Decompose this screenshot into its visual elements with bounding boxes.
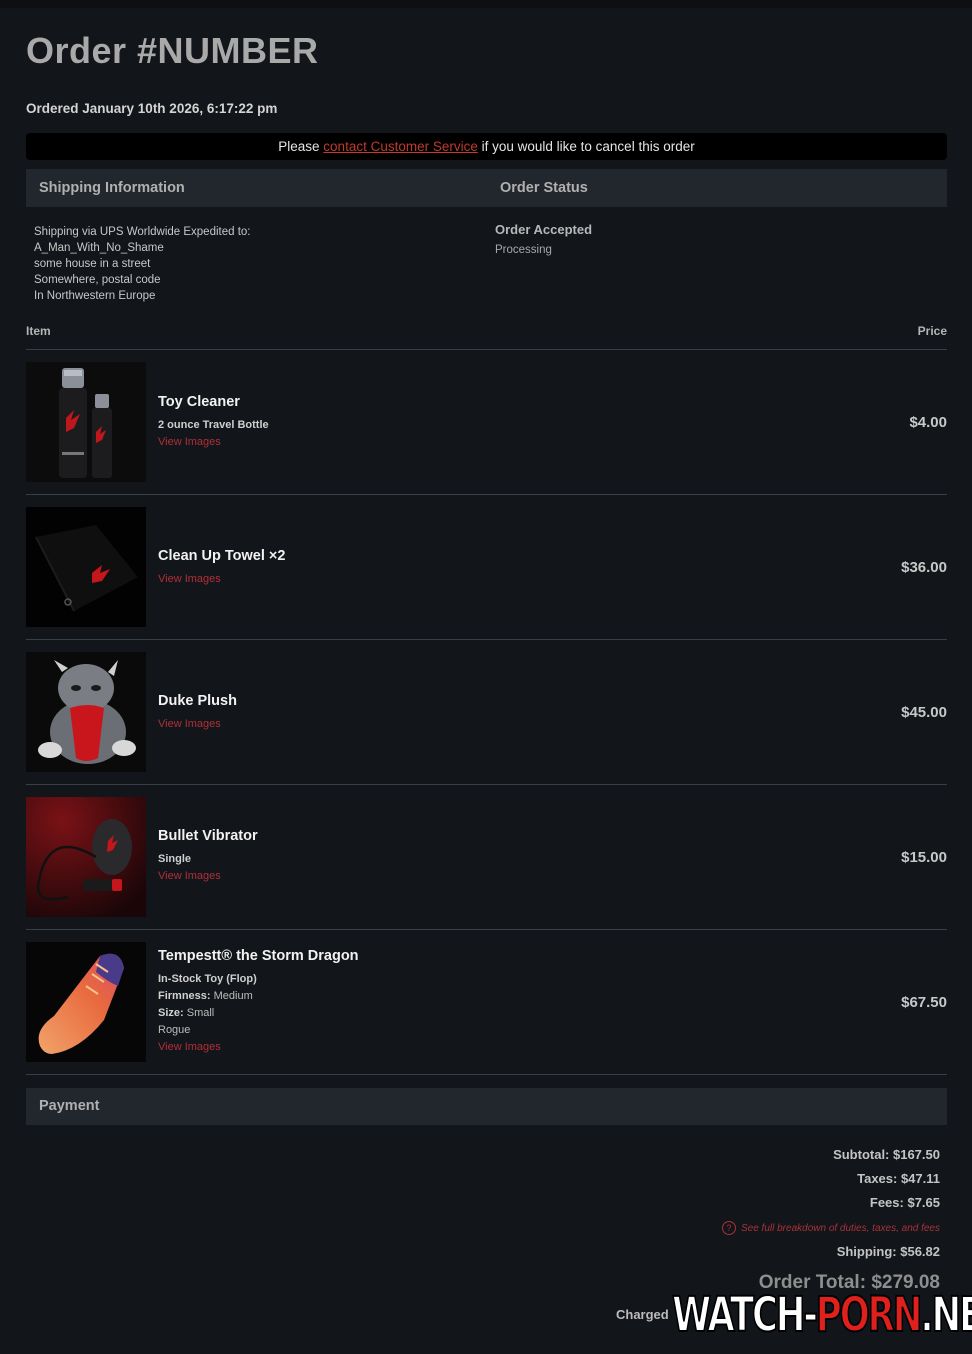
taxes: Taxes: $47.11 <box>857 1171 940 1186</box>
item-info: Tempestt® the Storm Dragon In-Stock Toy … <box>158 948 359 1056</box>
breakdown-label: See full breakdown of duties, taxes, and… <box>740 1222 940 1234</box>
towel-icon[interactable] <box>26 507 146 627</box>
subtotal: Subtotal: $167.50 <box>833 1147 940 1162</box>
item-info: Clean Up Towel ×2 View Images <box>158 548 285 588</box>
fees: Fees: $7.65 <box>869 1195 940 1210</box>
toy-icon[interactable] <box>26 942 146 1062</box>
item-price: $36.00 <box>901 559 947 576</box>
shipping-city: Somewhere, postal code <box>34 274 161 286</box>
cancel-suffix: if you would like to cancel this order <box>477 139 695 154</box>
view-images-link[interactable]: View Images <box>158 434 269 451</box>
shipping-info-header: Shipping Information <box>39 180 185 196</box>
list-item: Bullet Vibrator Single View Images $15.0… <box>26 785 947 930</box>
watermark: WATCH-PORN.NET <box>671 1287 972 1343</box>
cancel-notice: Please contact Customer Service if you w… <box>26 133 947 160</box>
item-price: $4.00 <box>909 414 947 431</box>
item-price: $45.00 <box>901 704 947 721</box>
item-info: Duke Plush View Images <box>158 693 237 733</box>
plush-dragon-icon[interactable] <box>26 652 146 772</box>
item-option: In-Stock Toy (Flop) <box>158 973 257 985</box>
item-size: Size: Small <box>158 1005 359 1022</box>
contact-customer-service-link[interactable]: contact Customer Service <box>323 139 478 154</box>
shipping-cost: Shipping: $56.82 <box>836 1244 940 1259</box>
top-strip <box>0 0 972 8</box>
view-images-link[interactable]: View Images <box>158 716 237 733</box>
view-images-link[interactable]: View Images <box>158 868 258 885</box>
item-name: Toy Cleaner <box>158 394 240 410</box>
view-images-link[interactable]: View Images <box>158 1039 359 1056</box>
list-item: Clean Up Towel ×2 View Images $36.00 <box>26 495 947 640</box>
view-images-link[interactable]: View Images <box>158 571 285 588</box>
payment-header: Payment <box>39 1098 100 1114</box>
cancel-prefix: Please <box>278 139 324 154</box>
shipping-address: Shipping via UPS Worldwide Expedited to:… <box>34 224 251 304</box>
question-icon: ? <box>721 1221 736 1235</box>
watermark-mid: PORN <box>815 1287 923 1343</box>
shipping-street: some house in a street <box>34 258 151 270</box>
order-status-sub: Processing <box>495 244 552 256</box>
item-option: Single <box>158 853 192 865</box>
watermark-right: .NET <box>919 1287 972 1343</box>
bottle-icon[interactable] <box>26 362 146 482</box>
item-info: Toy Cleaner 2 ounce Travel Bottle View I… <box>158 394 269 451</box>
item-name: Duke Plush <box>158 693 237 709</box>
shipping-method: Shipping via UPS Worldwide Expedited to: <box>34 226 251 238</box>
payment-header-bar: Payment <box>26 1088 947 1125</box>
fees-breakdown-link[interactable]: ? See full breakdown of duties, taxes, a… <box>721 1221 940 1235</box>
page-title: Order #NUMBER <box>26 30 319 71</box>
item-info: Bullet Vibrator Single View Images <box>158 828 258 885</box>
order-status-header: Order Status <box>500 180 588 196</box>
item-firmness: Firmness: Medium <box>158 988 359 1005</box>
list-item: Toy Cleaner 2 ounce Travel Bottle View I… <box>26 350 947 495</box>
item-price: $67.50 <box>901 994 947 1011</box>
vibrator-icon[interactable] <box>26 797 146 917</box>
order-page: Order #NUMBER Ordered January 10th 2026,… <box>0 0 972 1354</box>
shipping-recipient: A_Man_With_No_Shame <box>34 242 164 254</box>
item-name: Bullet Vibrator <box>158 828 258 844</box>
order-date: Ordered January 10th 2026, 6:17:22 pm <box>26 101 278 116</box>
item-color: Rogue <box>158 1024 191 1036</box>
shipping-region: In Northwestern Europe <box>34 290 156 302</box>
size-label: Size: <box>158 1007 184 1019</box>
item-option: 2 ounce Travel Bottle <box>158 419 269 431</box>
item-name: Tempestt® the Storm Dragon <box>158 948 359 964</box>
info-header-bar: Shipping Information Order Status <box>26 169 947 207</box>
order-status-title: Order Accepted <box>495 222 593 237</box>
size-value: Small <box>183 1007 215 1019</box>
list-item: Tempestt® the Storm Dragon In-Stock Toy … <box>26 930 947 1075</box>
price-column-header: Price <box>917 324 947 338</box>
watermark-left: WATCH- <box>671 1287 818 1343</box>
item-price: $15.00 <box>901 849 947 866</box>
item-name: Clean Up Towel ×2 <box>158 548 286 564</box>
firmness-value: Medium <box>210 990 253 1002</box>
divider <box>26 1074 947 1075</box>
item-column-header: Item <box>26 324 51 338</box>
list-item: Duke Plush View Images $45.00 <box>26 640 947 785</box>
charged-label: Charged <box>616 1307 669 1322</box>
firmness-label: Firmness: <box>158 990 211 1002</box>
